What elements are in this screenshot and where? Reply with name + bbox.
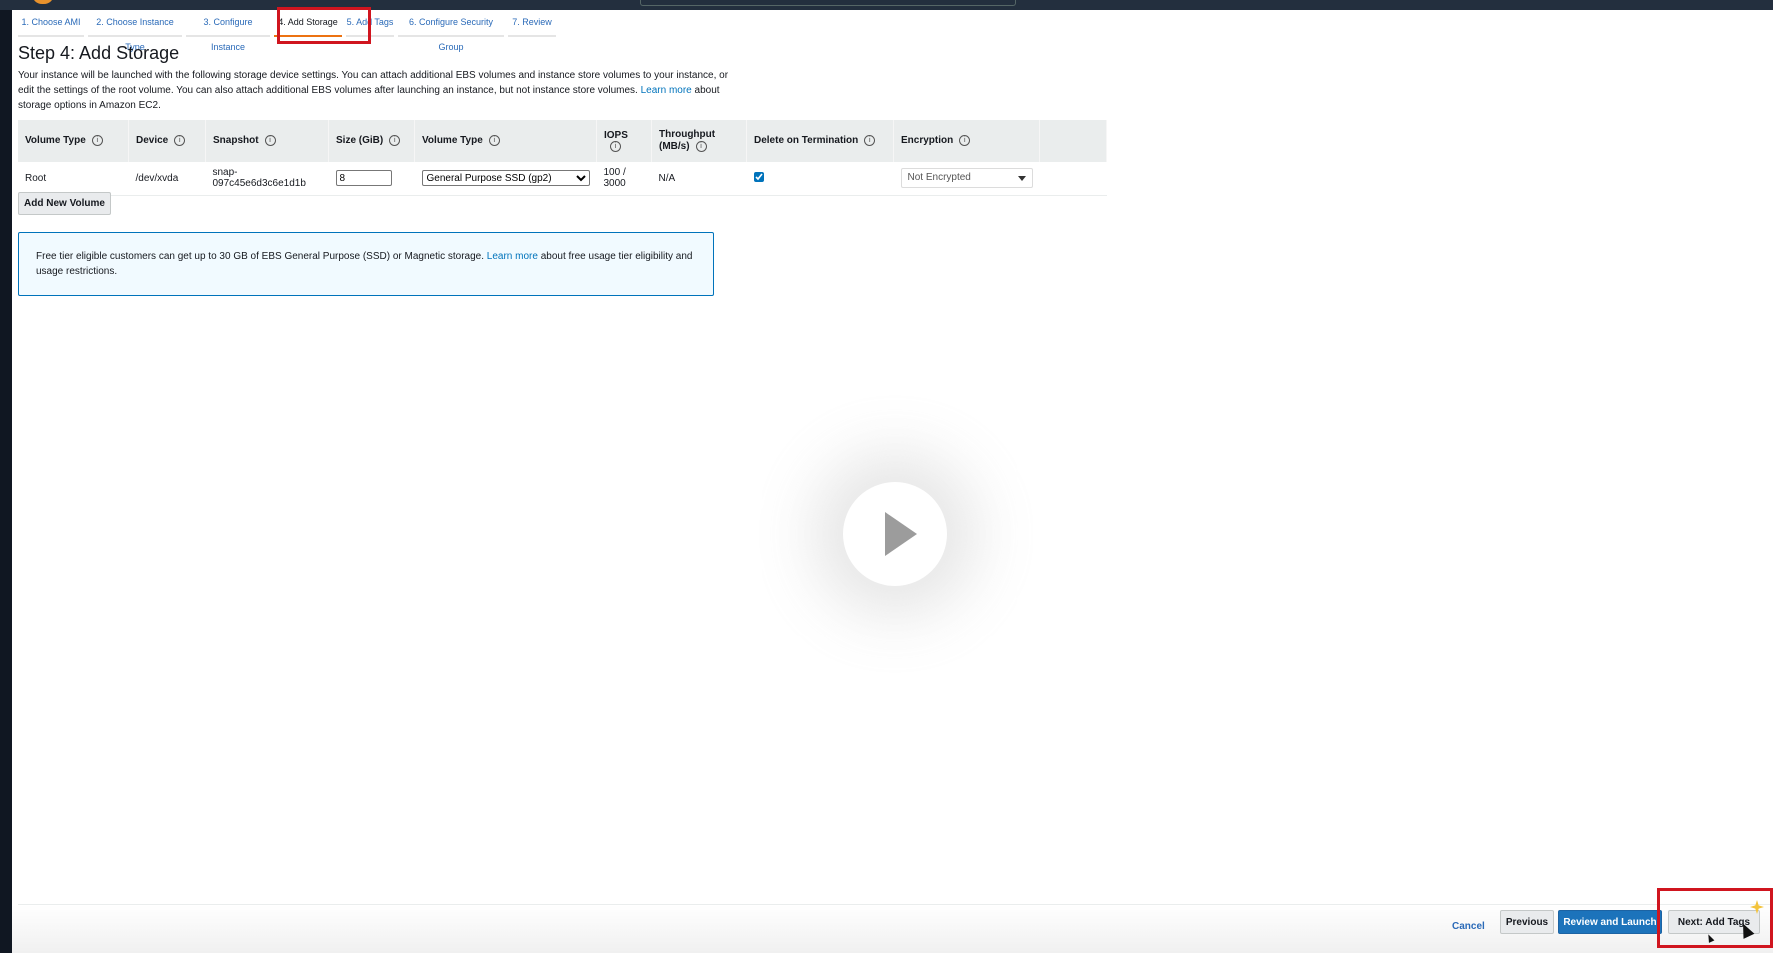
tab-review[interactable]: 7. Review [508,10,556,37]
info-icon[interactable]: i [488,135,500,147]
col-iops: IOPSi [596,120,652,162]
chevron-down-icon [1017,176,1026,182]
tab-add-tags[interactable]: 5. Add Tags [346,10,394,37]
cell-throughput: N/A [658,172,676,184]
volume-type-select[interactable]: General Purpose SSD (gp2) [421,170,590,187]
page-description: Your instance will be launched with the … [18,70,729,111]
aws-logo-icon[interactable] [32,0,54,4]
info-icon[interactable]: i [264,135,276,147]
col-throughput: Throughput (MB/s) i [651,120,747,162]
tab-choose-ami[interactable]: 1. Choose AMI [18,10,84,37]
aws-top-bar [0,0,1773,10]
table-row: Root /dev/xvda snap-097c45e6d3c6e1d1b Ge… [18,162,1107,195]
cell-snapshot: snap-097c45e6d3c6e1d1b [212,167,306,190]
tab-configure-instance[interactable]: 3. Configure Instance [186,10,270,52]
col-ebs-volume-type: Volume Type i [414,120,597,162]
add-new-volume-button[interactable]: Add New Volume [18,192,111,215]
info-icon[interactable]: i [91,135,103,147]
col-size: Size (GiB) i [328,120,415,162]
col-encryption: Encryption i [893,120,1040,162]
info-icon[interactable]: i [389,135,401,147]
page-title: Step 4: Add Storage [18,43,180,63]
table-header-row: Volume Type i Device i Snapshot i Size (GiB… [18,120,1107,162]
cell-size [329,162,415,195]
info-icon[interactable]: i [174,135,186,147]
col-actions [1039,120,1107,162]
col-device: Device i [128,120,206,162]
top-search-box[interactable] [640,0,1016,6]
tab-configure-security-group[interactable]: 6. Configure Security Group [398,10,504,52]
encryption-select[interactable]: Not Encrypted [900,168,1033,189]
learn-more-storage-link[interactable]: Learn more [641,85,692,96]
cell-delete-on-termination [747,162,894,195]
cancel-link[interactable]: Cancel [1452,921,1485,932]
review-and-launch-button[interactable]: Review and Launch [1558,910,1662,934]
left-edge [0,10,12,953]
tab-choose-instance-type[interactable]: 2. Choose Instance Type [88,10,182,52]
col-volume-type: Volume Type i [18,120,129,162]
free-tier-info-box: Free tier eligible customers can get up … [18,232,714,296]
cell-device: /dev/xvda [135,172,179,184]
previous-button[interactable]: Previous [1500,910,1554,934]
play-icon [885,512,917,556]
info-icon[interactable]: i [695,140,707,152]
col-snapshot: Snapshot i [205,120,329,162]
info-icon[interactable]: i [959,135,971,147]
tab-add-storage[interactable]: 4. Add Storage [274,10,342,37]
cell-volume-type: Root [25,172,47,184]
storage-table: Volume Type i Device i Snapshot i Size (GiB… [18,120,1107,196]
play-button[interactable] [843,482,947,586]
size-input[interactable] [335,170,392,187]
col-delete-on-termination: Delete on Termination i [746,120,894,162]
launch-wizard: 1. Choose AMI 2. Choose Instance Type 3.… [12,7,1773,953]
wizard-tabs: 1. Choose AMI 2. Choose Instance Type 3.… [12,10,1773,52]
cell-iops: 100 / 3000 [603,167,626,190]
cell-encryption: Not Encrypted [894,162,1040,195]
cell-ebs-type: General Purpose SSD (gp2) [415,162,597,195]
info-icon[interactable]: i [864,135,876,147]
delete-on-termination-checkbox[interactable] [753,171,764,182]
info-icon[interactable]: i [610,140,621,152]
learn-more-free-tier-link[interactable]: Learn more [487,251,538,262]
